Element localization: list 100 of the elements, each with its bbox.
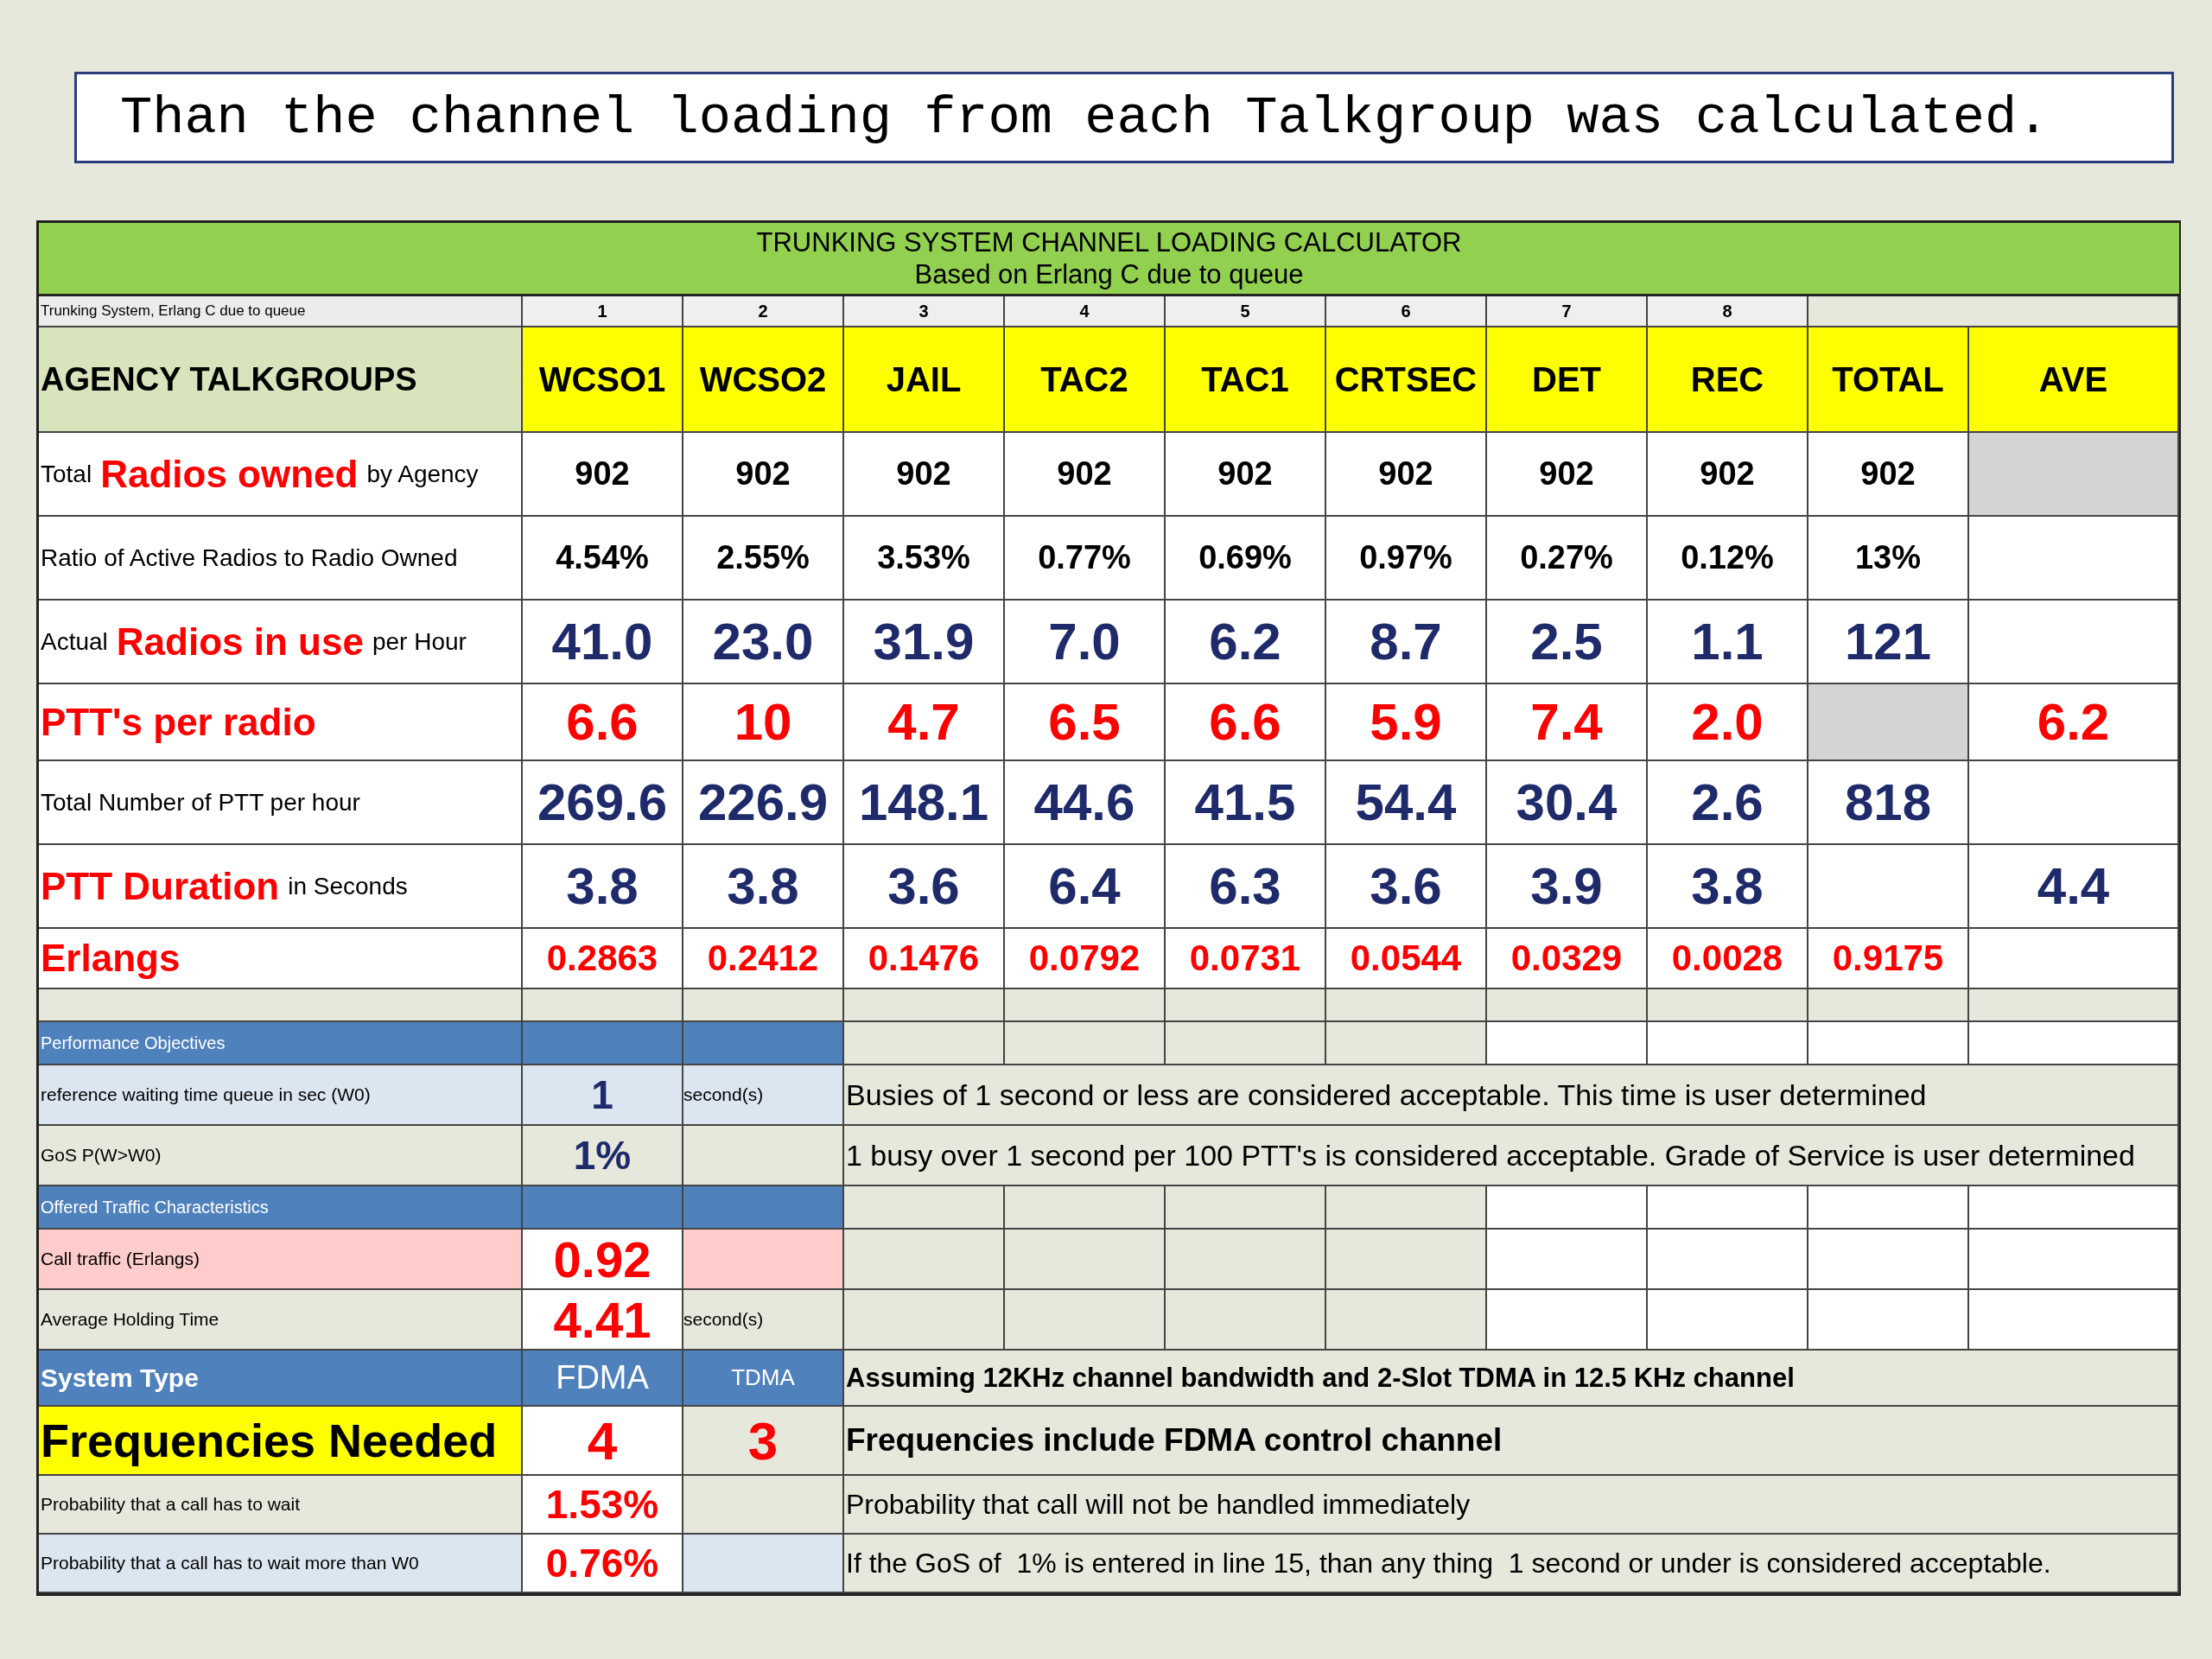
table-cell: 0.1476 [844,929,1005,989]
table-cell: 6.2 [1969,684,2179,761]
table-cell: 10 [683,684,844,761]
table-cell: 0.69% [1166,517,1326,601]
table-cell: 1.1 [1648,601,1808,684]
column-number: 8 [1648,296,1808,327]
table-cell: 902 [683,433,844,517]
table-cell: 818 [1808,761,1969,845]
note-text: 1 busy over 1 second per 100 PTT's is considered acceptable. Grade of Service is user determined [844,1126,2179,1186]
table-cell: 148.1 [844,761,1005,845]
note-text: If the GoS of 1% is entered in line 15, than any thing 1 second or under is considered acceptable. [844,1535,2179,1593]
column-header: REC [1648,327,1808,433]
value-cell: 3 [683,1407,844,1476]
table-cell: 2.5 [1487,601,1648,684]
table-cell: 6.5 [1005,684,1166,761]
table-cell: 0.9175 [1808,929,1969,989]
table-cell: 902 [1326,433,1487,517]
table-cell: 0.0731 [1166,929,1326,989]
column-header: DET [1487,327,1648,433]
table-cell: 0.77% [1005,517,1166,601]
table-cell: 3.9 [1487,845,1648,929]
value-cell: 1 [523,1065,683,1126]
row-label: Frequencies Needed [39,1407,523,1476]
value-cell: 1% [523,1126,683,1186]
note-text: Assuming 12KHz channel bandwidth and 2-Slot TDMA in 12.5 KHz channel [844,1351,2179,1407]
value-cell: FDMA [523,1351,683,1407]
column-number: 4 [1005,296,1166,327]
table-cell: 6.3 [1166,845,1326,929]
table-cell: 3.8 [683,845,844,929]
row-header: AGENCY TALKGROUPS [39,327,523,433]
table-cell: 0.0028 [1648,929,1808,989]
table-cell: 30.4 [1487,761,1648,845]
table-cell: 4.4 [1969,845,2179,929]
row-label: Call traffic (Erlangs) [39,1230,523,1290]
table-cell: 8.7 [1326,601,1487,684]
row-label: Erlangs [39,929,523,989]
column-number: 6 [1326,296,1487,327]
column-number: 7 [1487,296,1648,327]
table-cell: 23.0 [683,601,844,684]
column-header: WCSO2 [683,327,844,433]
table-cell: 0.0329 [1487,929,1648,989]
table-cell: 902 [1005,433,1166,517]
row-label: PTT's per radio [39,684,523,761]
note-text: Probability that call will not be handled immediately [844,1476,2179,1535]
unit-label: second(s) [683,1065,844,1126]
table-cell: 902 [1487,433,1648,517]
table-cell: 121 [1808,601,1969,684]
sheet-label: Trunking System, Erlang C due to queue [39,296,523,327]
column-header: JAIL [844,327,1005,433]
table-cell: 6.6 [523,684,683,761]
table-cell: 5.9 [1326,684,1487,761]
table-cell: 0.12% [1648,517,1808,601]
value-cell: 4 [523,1407,683,1476]
row-label: Actual Radios in use per Hour [39,601,523,684]
row-label: System Type [39,1351,523,1407]
note-text: Frequencies include FDMA control channel [844,1407,2179,1476]
column-number: 3 [844,296,1005,327]
column-header: WCSO1 [523,327,683,433]
row-label: Probability that a call has to wait [39,1476,523,1535]
value-cell: 1.53% [523,1476,683,1535]
table-cell: 44.6 [1005,761,1166,845]
value-cell: 0.92 [523,1230,683,1290]
table-cell: 0.2412 [683,929,844,989]
table-cell: 41.5 [1166,761,1326,845]
row-label: Average Holding Time [39,1290,523,1351]
row-label: Offered Traffic Characteristics [39,1186,523,1230]
slide-title: Than the channel loading from each Talkgroup was calculated. [74,72,2174,163]
table-cell: 6.4 [1005,845,1166,929]
table-cell: 902 [844,433,1005,517]
table-cell: 2.0 [1648,684,1808,761]
table-cell: 3.6 [1326,845,1487,929]
row-label: reference waiting time queue in sec (W0) [39,1065,523,1126]
column-number: 1 [523,296,683,327]
table-cell: 6.2 [1166,601,1326,684]
calculator-title-banner: TRUNKING SYSTEM CHANNEL LOADING CALCULATOR Based on Erlang C due to queue [39,223,2179,296]
column-header: AVE [1969,327,2179,433]
column-header: TAC2 [1005,327,1166,433]
table-cell: 0.2863 [523,929,683,989]
column-header: CRTSEC [1326,327,1487,433]
row-label: Ratio of Active Radios to Radio Owned [39,517,523,601]
table-cell: 3.6 [844,845,1005,929]
table-cell: 13% [1808,517,1969,601]
table-cell: 902 [1166,433,1326,517]
table-cell: 41.0 [523,601,683,684]
row-label: PTT Duration in Seconds [39,845,523,929]
column-header: TOTAL [1808,327,1969,433]
table-cell: 0.0544 [1326,929,1487,989]
table-cell: 2.55% [683,517,844,601]
column-number: 2 [683,296,844,327]
row-label: Probability that a call has to wait more than W0 [39,1535,523,1593]
table-cell: 902 [523,433,683,517]
column-header: TAC1 [1166,327,1326,433]
table-cell: 7.0 [1005,601,1166,684]
table-cell: 3.8 [1648,845,1808,929]
value-cell: TDMA [683,1351,844,1407]
table-cell: 0.27% [1487,517,1648,601]
table-cell: 4.7 [844,684,1005,761]
value-cell: 4.41 [523,1290,683,1351]
table-cell: 226.9 [683,761,844,845]
row-label: Total Radios owned by Agency [39,433,523,517]
